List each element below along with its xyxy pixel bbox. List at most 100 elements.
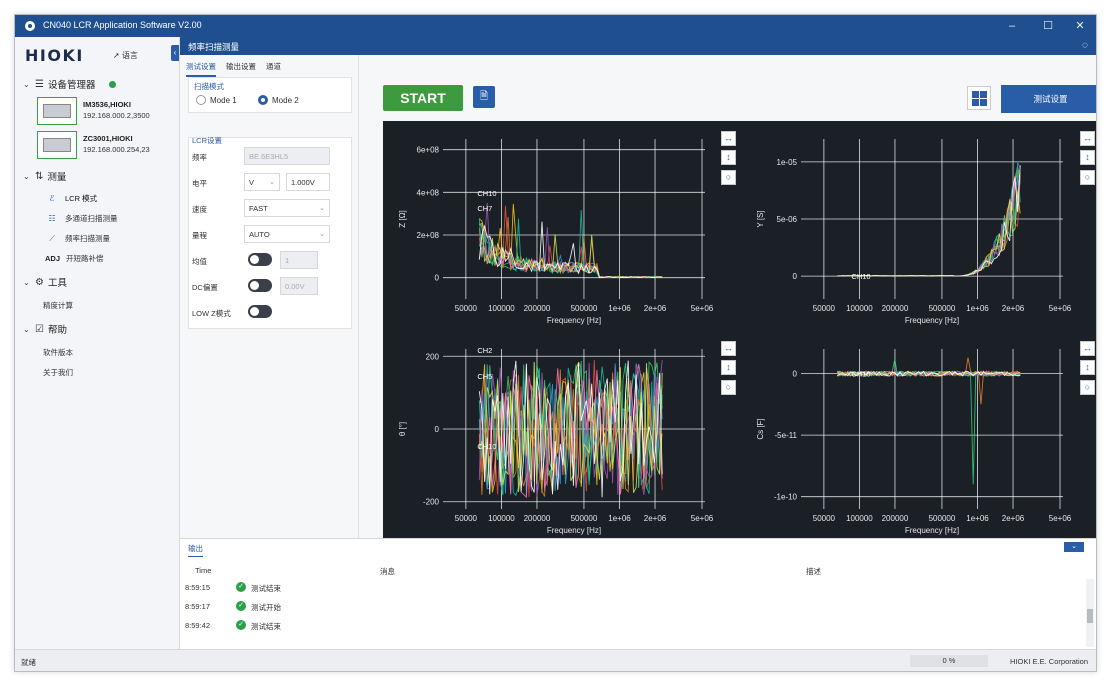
scan-mode-title: 扫描模式 <box>194 82 224 91</box>
grid-layout-icon[interactable] <box>967 86 991 110</box>
sidebar-item-open-short-compensation[interactable]: ADJ 开短路补偿 <box>45 253 104 264</box>
x-tick-label: 2e+06 <box>1002 514 1025 523</box>
speed-value: FAST <box>249 204 268 213</box>
zoom-x-icon[interactable]: ↔ <box>1080 131 1095 146</box>
zoom-y-icon[interactable]: ↕ <box>721 360 736 375</box>
avg-input[interactable]: 1 <box>280 251 318 269</box>
mode2-radio[interactable]: Mode 2 <box>258 95 299 105</box>
progress-text: 0 % <box>942 656 956 665</box>
zoom-x-icon[interactable]: ↔ <box>721 131 736 146</box>
reset-zoom-icon[interactable]: ○ <box>721 380 736 395</box>
instrument-icon <box>37 97 77 125</box>
help-icon: ☑ <box>35 323 44 335</box>
close-button[interactable]: ✕ <box>1071 18 1089 34</box>
x-tick-label: 2e+06 <box>1002 304 1025 313</box>
sidebar-item-label: 多通道扫描测量 <box>65 214 118 223</box>
speed-select[interactable]: FAST ⌄ <box>244 199 330 217</box>
dc-bias-toggle[interactable] <box>248 279 272 292</box>
chevron-down-icon: ⌄ <box>23 79 30 89</box>
output-panel: 输出 ⌄ Time 消息 描述 8:59:15 ✓ 测试结束 8:59:17 ✓… <box>180 538 1096 650</box>
range-select[interactable]: AUTO ⌄ <box>244 225 330 243</box>
freq-input[interactable]: BE.6E3HL5 <box>244 147 330 165</box>
col-description: 描述 <box>806 567 821 576</box>
sweep-icon: ⟋ <box>49 233 55 243</box>
help-section[interactable]: ⌄ ☑ 帮助 <box>23 322 67 337</box>
window-title: CN040 LCR Application Software V2.00 <box>43 20 202 30</box>
zoom-y-icon[interactable]: ↕ <box>1080 360 1095 375</box>
x-axis-label: Frequency [Hz] <box>547 316 601 325</box>
device-manager-section[interactable]: ⌄ ☰ 设备管理器 <box>23 77 117 91</box>
row-time: 8:59:17 <box>185 602 211 611</box>
sidebar-item-accuracy-calc[interactable]: 精度计算 <box>43 300 73 311</box>
sidebar: HIOKI ➚ 语言 ‹ ⌄ ☰ 设备管理器 IM3536,HIOKI 192.… <box>15 37 180 649</box>
avg-toggle[interactable] <box>248 253 272 266</box>
chart-theta: 50000 100000 200000 500000 1e+06 2e+06 5e+06 -2… <box>383 331 741 543</box>
maximize-button[interactable]: ☐ <box>1039 18 1057 34</box>
mode1-radio[interactable]: Mode 1 <box>196 95 237 105</box>
y-tick-label: 4e+08 <box>417 188 440 197</box>
tools-label: 工具 <box>47 278 67 289</box>
check-icon: ✓ <box>236 582 246 592</box>
y-tick-label: 6e+08 <box>417 146 440 155</box>
zoom-x-icon[interactable]: ↔ <box>721 341 736 356</box>
reset-zoom-icon[interactable]: ○ <box>1080 170 1095 185</box>
reset-zoom-icon[interactable]: ○ <box>1080 380 1095 395</box>
x-tick-label: 5e+06 <box>691 304 714 313</box>
zoom-y-icon[interactable]: ↕ <box>1080 150 1095 165</box>
instrument-icon <box>37 131 77 159</box>
minimize-button[interactable]: – <box>1003 18 1021 34</box>
refresh-icon[interactable]: ◌ <box>1082 40 1088 51</box>
collapse-sidebar-button[interactable]: ‹ <box>171 45 179 61</box>
save-icon[interactable]: 🗎 <box>473 86 495 108</box>
output-scrollbar[interactable] <box>1086 579 1094 647</box>
sidebar-item-software-version[interactable]: 软件版本 <box>43 347 73 358</box>
chevron-down-icon: ⌄ <box>319 231 325 238</box>
zoom-y-icon[interactable]: ↕ <box>721 150 736 165</box>
output-row: 8:59:15 ✓ 测试结束 <box>180 579 1080 597</box>
measure-section[interactable]: ⌄ ⇅ 测量 <box>23 169 66 184</box>
y-tick-label: 200 <box>426 352 440 361</box>
series-annotation: CH10 <box>477 442 496 451</box>
x-tick-label: 2e+06 <box>644 304 667 313</box>
tab-test-settings[interactable]: 测试设置 <box>186 61 216 77</box>
x-tick-label: 500000 <box>929 514 956 523</box>
chevron-down-icon: ⌄ <box>269 179 275 186</box>
x-axis-label: Frequency [Hz] <box>905 316 959 325</box>
low-z-toggle[interactable] <box>248 305 272 318</box>
mode1-label: Mode 1 <box>210 95 237 105</box>
sidebar-item-lcr-mode[interactable]: ℰ LCR 模式 <box>45 193 98 204</box>
output-row: 8:59:17 ✓ 测试开始 <box>180 598 1080 616</box>
tab-output[interactable]: 输出 <box>188 543 203 557</box>
radio-selected-icon <box>258 95 268 105</box>
series-line <box>837 166 1021 277</box>
test-settings-button[interactable]: 测试设置 <box>1001 85 1096 113</box>
collapse-output-button[interactable]: ⌄ <box>1064 542 1084 552</box>
tab-output-settings[interactable]: 输出设置 <box>226 61 256 77</box>
start-button[interactable]: START <box>383 85 463 111</box>
sidebar-item-freq-sweep[interactable]: ⟋ 频率扫描测量 <box>45 233 110 244</box>
sidebar-item-multichannel[interactable]: ☷ 多通道扫描测量 <box>45 213 118 224</box>
x-tick-label: 5e+06 <box>1049 514 1072 523</box>
y-axis-label: θ [°] <box>398 422 407 436</box>
x-tick-label: 500000 <box>929 304 956 313</box>
tools-section[interactable]: ⌄ ⚙ 工具 <box>23 275 67 290</box>
level-input[interactable]: 1.000V <box>286 173 330 191</box>
sidebar-item-label: LCR 模式 <box>65 194 98 203</box>
row-message: 测试结束 <box>251 584 281 593</box>
series-line <box>837 357 1021 405</box>
dc-bias-input[interactable]: 0.00V <box>280 277 318 295</box>
sidebar-item-about-us[interactable]: 关于我们 <box>43 367 73 378</box>
progress-bar: 0 % <box>910 655 988 667</box>
chevron-down-icon: ⌄ <box>319 205 325 212</box>
reset-zoom-icon[interactable]: ○ <box>721 170 736 185</box>
x-tick-label: 200000 <box>882 304 909 313</box>
x-tick-label: 1e+06 <box>608 514 631 523</box>
send-icon: ➚ <box>113 51 120 60</box>
zoom-x-icon[interactable]: ↔ <box>1080 341 1095 356</box>
sidebar-item-label: 频率扫描测量 <box>65 234 110 243</box>
device-item-im3536[interactable]: IM3536,HIOKI 192.168.000.2,3500 <box>37 97 177 125</box>
tab-channels[interactable]: 通道 <box>266 61 281 77</box>
level-unit-select[interactable]: V ⌄ <box>244 173 280 191</box>
language-button[interactable]: ➚ 语言 <box>113 50 138 61</box>
device-item-zc3001[interactable]: ZC3001,HIOKI 192.168.000.254,23 <box>37 131 177 159</box>
